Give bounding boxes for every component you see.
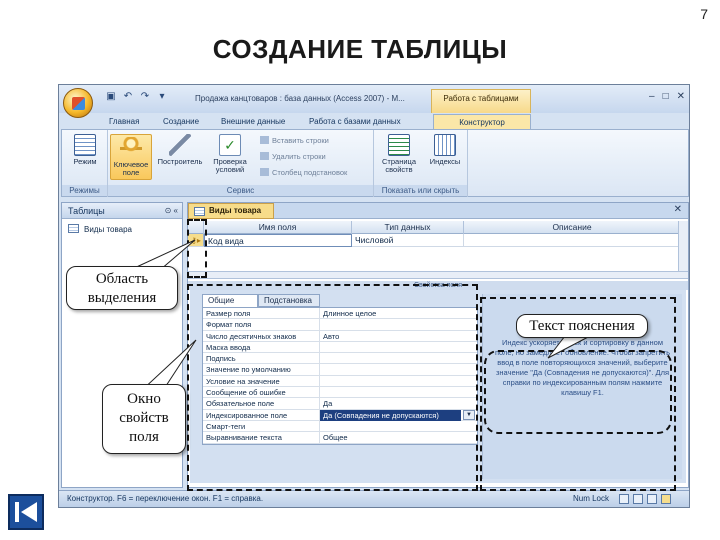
pivot-chart-view-icon[interactable]	[647, 494, 657, 504]
validation-check-icon: ✓	[219, 134, 241, 156]
nav-dropdown-icon[interactable]: ⊙	[165, 206, 172, 215]
undo-icon[interactable]: ↶	[122, 91, 134, 103]
context-tab-group: Работа с таблицами	[431, 89, 531, 113]
nav-item-table[interactable]: Виды товара	[62, 222, 182, 238]
slide-number: 7	[700, 6, 708, 22]
column-header-field-name: Имя поля	[204, 221, 352, 234]
ribbon-group-label: Режимы	[62, 185, 107, 196]
selection-area-callout: Область выделения	[66, 266, 178, 310]
tab-database-tools[interactable]: Работа с базами данных	[303, 114, 407, 129]
field-properties-callout: Окно свойств поля	[102, 384, 186, 454]
design-view-icon[interactable]	[661, 494, 671, 504]
redo-icon[interactable]: ↷	[139, 91, 151, 103]
data-type-cell[interactable]: Числовой	[352, 234, 464, 247]
field-properties-frame	[187, 284, 478, 491]
minimize-icon[interactable]: –	[649, 91, 655, 102]
customize-qat-icon[interactable]: ▾	[156, 91, 168, 103]
table-row: Код вида Числовой	[188, 234, 678, 247]
lookup-column-icon	[260, 168, 269, 176]
builder-wand-icon	[169, 134, 191, 156]
tab-home[interactable]: Главная	[103, 114, 145, 129]
status-bar: Конструктор. F6 = переключение окон. F1 …	[59, 490, 689, 507]
ribbon-group-show-hide: Страница свойств Индексы Показать или ск…	[374, 130, 468, 197]
property-sheet-icon	[388, 134, 410, 156]
office-button[interactable]	[63, 88, 93, 118]
ribbon-tabs: Главная Создание Внешние данные Работа с…	[59, 113, 689, 129]
key-icon	[120, 137, 142, 159]
indexes-button[interactable]: Индексы	[424, 134, 466, 166]
ribbon-group-views: Режим Режимы	[62, 130, 108, 197]
field-grid-header: Имя поля Тип данных Описание	[188, 221, 678, 234]
document-tab-strip: ✕	[274, 203, 688, 219]
column-header-data-type: Тип данных	[352, 221, 464, 234]
selection-area-frame	[187, 219, 207, 278]
nav-pane-controls: ⊙ «	[165, 203, 178, 219]
ribbon-group-label: Сервис	[108, 185, 373, 196]
ribbon: Режим Режимы Ключевое поле Построитель ✓…	[61, 129, 689, 197]
quick-access-toolbar: ▣ ↶ ↷ ▾	[105, 91, 168, 103]
delete-rows-icon	[260, 152, 269, 160]
close-document-icon[interactable]: ✕	[674, 204, 682, 215]
nav-collapse-icon[interactable]: «	[174, 206, 178, 215]
window-title: Продажа канцтоваров : база данных (Acces…	[195, 94, 405, 103]
num-lock-indicator: Num Lock	[572, 494, 609, 503]
nav-pane-header[interactable]: Таблицы ⊙ «	[62, 203, 182, 219]
office-logo-icon	[72, 97, 85, 110]
indexes-icon	[434, 134, 456, 156]
builder-button[interactable]: Построитель	[156, 134, 204, 166]
close-icon[interactable]: ✕	[677, 91, 685, 102]
back-button[interactable]	[8, 494, 44, 530]
datasheet-view-icon[interactable]	[619, 494, 629, 504]
tab-design[interactable]: Конструктор	[433, 114, 531, 129]
tab-external-data[interactable]: Внешние данные	[215, 114, 291, 129]
slide-title: СОЗДАНИЕ ТАБЛИЦЫ	[212, 34, 508, 64]
field-name-cell[interactable]: Код вида	[204, 234, 352, 247]
column-header-description: Описание	[552, 222, 592, 232]
tab-create[interactable]: Создание	[157, 114, 205, 129]
save-icon[interactable]: ▣	[105, 91, 117, 103]
test-validation-button[interactable]: ✓ Проверка условий	[208, 134, 252, 174]
property-sheet-button[interactable]: Страница свойств	[376, 134, 422, 174]
insert-rows-button[interactable]: Вставить строки	[260, 136, 329, 145]
primary-key-button[interactable]: Ключевое поле	[110, 134, 152, 180]
ribbon-group-label: Показать или скрыть	[374, 185, 467, 196]
back-arrow-icon	[15, 502, 37, 522]
help-text-callout: Текст пояснения	[516, 314, 648, 338]
table-icon	[194, 207, 205, 216]
maximize-icon[interactable]: □	[663, 91, 669, 102]
description-cell[interactable]	[464, 234, 680, 247]
status-text: Конструктор. F6 = переключение окон. F1 …	[67, 494, 264, 503]
ribbon-group-tools: Ключевое поле Построитель ✓ Проверка усл…	[108, 130, 374, 197]
horizontal-scrollbar[interactable]	[188, 271, 688, 279]
title-bar: ▣ ↶ ↷ ▾ Продажа канцтоваров : база данны…	[59, 85, 689, 118]
insert-rows-icon	[260, 136, 269, 144]
table-icon	[68, 224, 79, 233]
view-grid-icon	[74, 134, 96, 156]
vertical-scrollbar[interactable]	[678, 221, 688, 271]
view-button[interactable]: Режим	[64, 134, 106, 166]
help-text-oval-frame	[484, 350, 672, 434]
document-tab[interactable]: Виды товара	[188, 203, 274, 219]
lookup-column-button[interactable]: Столбец подстановок	[260, 168, 347, 177]
delete-rows-button[interactable]: Удалить строки	[260, 152, 326, 161]
pivot-table-view-icon[interactable]	[633, 494, 643, 504]
window-controls: – □ ✕	[649, 91, 685, 102]
